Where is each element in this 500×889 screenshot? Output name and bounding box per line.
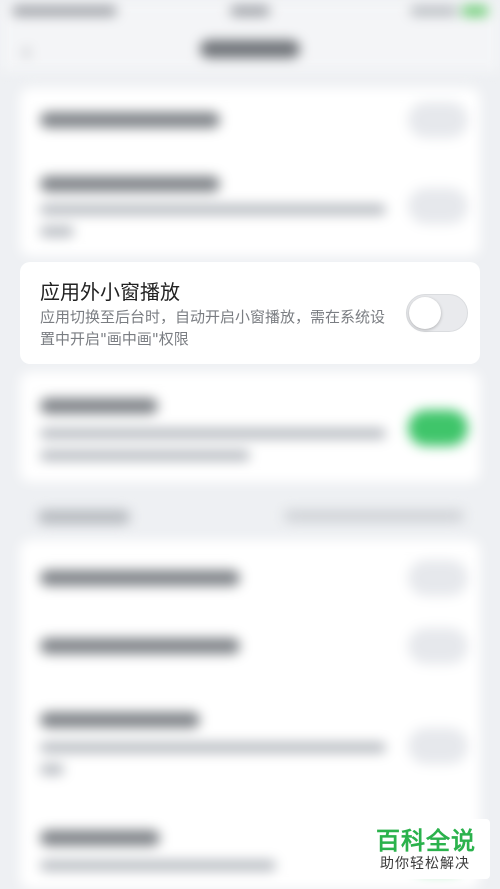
setting-toggle[interactable] [408,102,468,138]
pip-toggle-switch[interactable] [406,294,468,332]
status-time [230,6,270,16]
setting-row-title [40,176,220,192]
setting-row-title [40,570,240,586]
chevron-left-icon[interactable]: ‹ [22,40,31,65]
setting-row-title [40,712,200,728]
watermark: 百科全说 助你轻松解决 [372,819,490,879]
nav-bar: ‹ [0,28,500,72]
page-title [200,40,300,58]
settings-card-top [20,88,480,256]
setting-row-title [40,398,158,414]
setting-row-description [40,860,276,871]
setting-row-pip: 应用外小窗播放 应用切换至后台时，自动开启小窗播放，需在系统设置中开启"画中画"… [20,262,480,364]
setting-toggle[interactable] [408,188,468,224]
setting-row-description [40,428,386,439]
setting-row-description [40,204,386,215]
watermark-brand: 百科全说 [376,827,476,855]
status-bar [0,0,500,28]
setting-row-title [40,830,160,846]
setting-title: 应用外小窗播放 [40,280,180,304]
setting-row-description [40,226,74,237]
settings-card-middle [20,372,480,482]
setting-toggle[interactable] [408,560,468,596]
setting-toggle[interactable] [408,628,468,664]
setting-toggle[interactable] [408,728,468,764]
section-header [38,510,130,524]
switch-knob [409,297,441,329]
setting-row-title [40,638,240,654]
battery-icon [462,6,488,16]
section-header-note [284,510,464,522]
status-carrier [12,6,117,16]
status-signal [410,6,458,16]
setting-row-description [40,450,250,461]
setting-row-description [40,742,386,753]
setting-toggle[interactable] [408,410,468,446]
setting-row-title [40,112,220,128]
setting-description: 应用切换至后台时，自动开启小窗播放，需在系统设置中开启"画中画"权限 [40,308,386,348]
setting-row-description [40,764,64,775]
watermark-tagline: 助你轻松解决 [380,856,470,872]
